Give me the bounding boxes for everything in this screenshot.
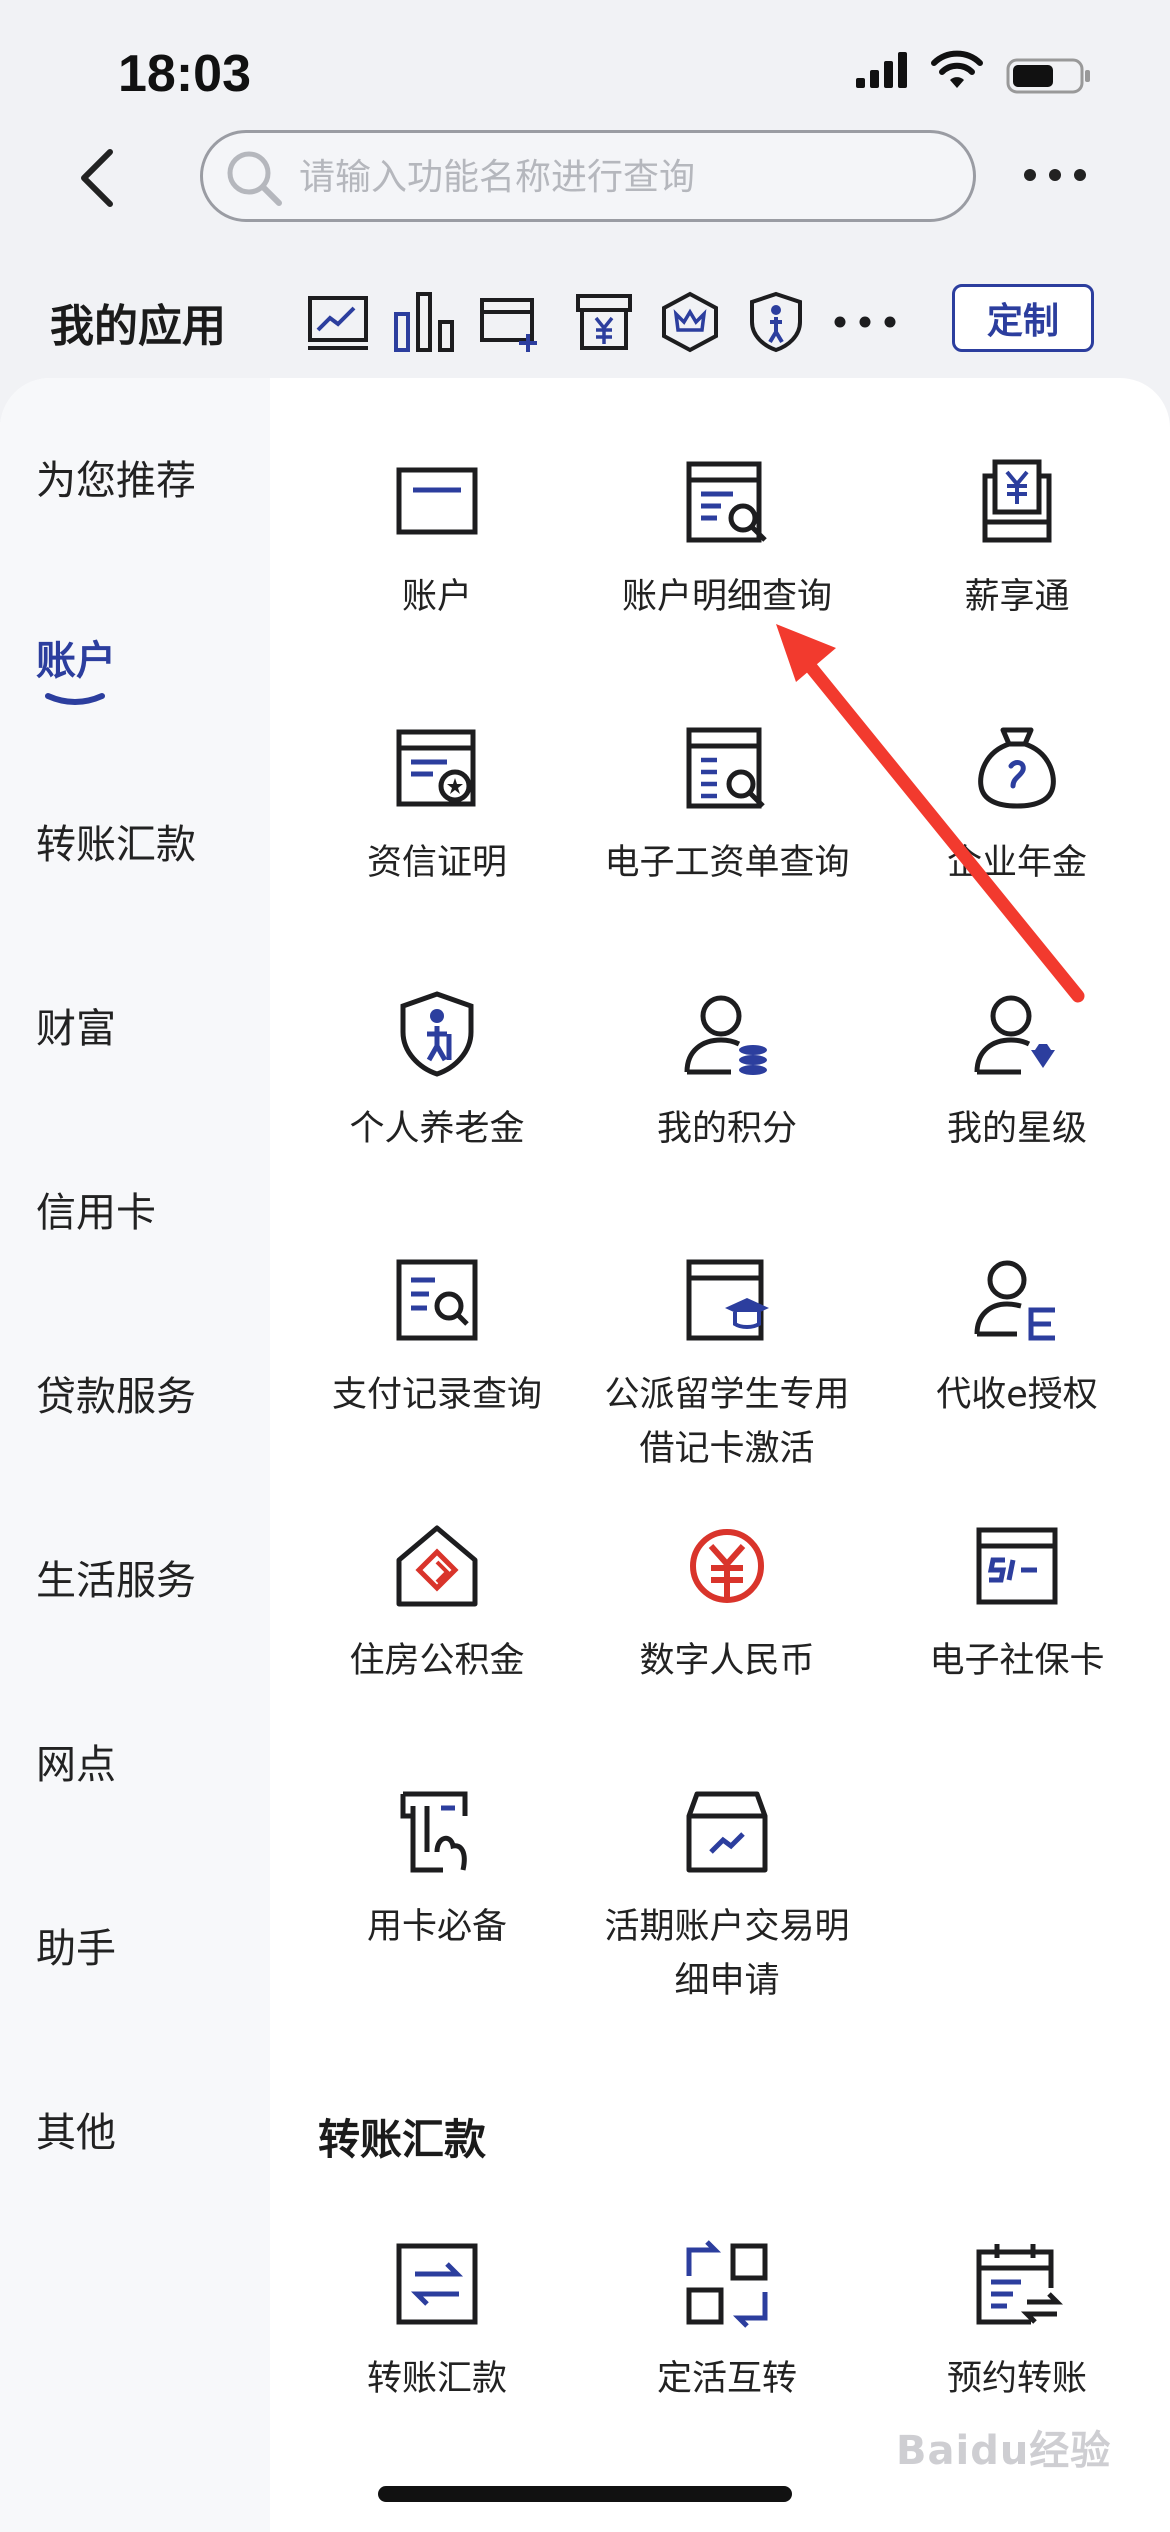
trend-chart-icon[interactable] (306, 290, 370, 354)
app-item-transfer[interactable]: 转账汇款 (292, 2238, 582, 2406)
transfer-icon (396, 2243, 478, 2325)
section-title-transfer: 转账汇款 (318, 2115, 487, 2164)
yuan-box-icon[interactable] (572, 290, 636, 354)
app-item-social-security-card[interactable]: 电子社保卡 (872, 1520, 1162, 1688)
app-label: 用卡必备 (366, 1907, 507, 1947)
payment-record-icon (396, 1259, 478, 1341)
certificate-icon (396, 729, 476, 807)
account-detail-request-icon (686, 1791, 768, 1873)
app-label: 资信证明 (366, 843, 507, 883)
app-item-payment-records[interactable]: 支付记录查询 (292, 1254, 582, 1422)
card-essentials-icon (400, 1791, 468, 1873)
app-label: 转账汇款 (366, 2359, 507, 2399)
app-label: 支付记录查询 (331, 1375, 542, 1415)
cellular-signal-icon (856, 52, 907, 88)
sidebar-item-account[interactable]: 账户 (36, 628, 116, 686)
app-label: 电子社保卡 (929, 1641, 1105, 1681)
housing-fund-icon (396, 1525, 478, 1607)
app-label: 电子工资单查询 (604, 843, 850, 883)
sidebar-item-recommended[interactable]: 为您推荐 (36, 448, 196, 506)
sidebar-item-branches[interactable]: 网点 (36, 1732, 116, 1790)
wifi-icon (931, 50, 983, 88)
scheduled-transfer-icon (976, 2244, 1063, 2325)
user-points-icon (684, 995, 767, 1075)
search-bar[interactable] (200, 130, 976, 222)
app-label: 数字人民币 (639, 1641, 815, 1681)
app-item-account[interactable]: 账户 (292, 456, 582, 624)
statement-search-icon (686, 461, 767, 543)
digital-rmb-icon (690, 1529, 764, 1603)
status-time: 18:03 (118, 45, 251, 103)
app-label: 我的星级 (946, 1109, 1087, 1149)
user-star-level-icon (974, 995, 1055, 1075)
crown-badge-icon[interactable] (658, 290, 722, 354)
app-item-my-star-level[interactable]: 我的星级 (872, 988, 1162, 1156)
sidebar-item-other[interactable]: 其他 (36, 2100, 116, 2158)
content-card: 为您推荐 账户 转账汇款 财富 信用卡 贷款服务 生活服务 网点 助手 其他 账… (0, 378, 1170, 2532)
add-card-icon[interactable] (478, 290, 542, 354)
app-label: 企业年金 (946, 843, 1087, 883)
social-security-card-icon (976, 1527, 1058, 1605)
app-item-e-authorization[interactable]: 代收e授权 (872, 1254, 1162, 1422)
sidebar-item-credit-card[interactable]: 信用卡 (36, 1180, 156, 1238)
active-indicator (45, 693, 105, 705)
app-item-account-statement[interactable]: 账户明细查询 (582, 456, 872, 624)
sidebar-item-wealth[interactable]: 财富 (36, 996, 116, 1054)
fixed-current-switch-icon (686, 2240, 768, 2328)
app-item-credit-certificate[interactable]: 资信证明 (292, 722, 582, 890)
back-icon[interactable] (70, 146, 124, 210)
status-bar: 18:03 (0, 0, 1170, 130)
sidebar-item-assistant[interactable]: 助手 (36, 1916, 116, 1974)
app-label: 活期账户交易明细申请 (604, 1907, 850, 2001)
app-item-my-points[interactable]: 我的积分 (582, 988, 872, 1156)
more-options-icon[interactable] (1020, 160, 1090, 190)
sidebar-item-loan-services[interactable]: 贷款服务 (36, 1364, 196, 1422)
search-input[interactable] (299, 153, 939, 201)
student-card-icon (686, 1259, 769, 1341)
app-item-digital-rmb[interactable]: 数字人民币 (582, 1520, 872, 1688)
app-item-salary[interactable]: 薪享通 (872, 456, 1162, 624)
sidebar-item-life-services[interactable]: 生活服务 (36, 1548, 196, 1606)
bar-chart-icon[interactable] (392, 290, 456, 354)
app-item-fixed-current-switch[interactable]: 定活互转 (582, 2238, 872, 2406)
app-item-card-essentials[interactable]: 用卡必备 (292, 1786, 582, 1954)
app-label: 公派留学生专用借记卡激活 (604, 1375, 850, 1469)
payslip-search-icon (686, 727, 765, 809)
app-item-scheduled-transfer[interactable]: 预约转账 (872, 2238, 1162, 2406)
user-e-auth-icon (974, 1260, 1055, 1341)
app-label: 代收e授权 (936, 1375, 1098, 1415)
search-icon (227, 151, 282, 206)
app-label: 定活互转 (656, 2359, 797, 2399)
app-label: 我的积分 (656, 1109, 797, 1149)
app-item-account-detail-request[interactable]: 活期账户交易明细申请 (582, 1786, 872, 2008)
app-label: 账户 (401, 577, 472, 617)
home-indicator (378, 2486, 792, 2502)
category-sidebar: 为您推荐 账户 转账汇款 财富 信用卡 贷款服务 生活服务 网点 助手 其他 (0, 378, 270, 2532)
money-bag-icon (978, 727, 1056, 809)
app-item-student-card-activation[interactable]: 公派留学生专用借记卡激活 (582, 1254, 872, 1476)
battery-icon (1006, 58, 1090, 94)
salary-icon (982, 459, 1052, 543)
app-item-enterprise-annuity[interactable]: 企业年金 (872, 722, 1162, 890)
app-item-housing-fund[interactable]: 住房公积金 (292, 1520, 582, 1688)
pension-shield-icon (400, 991, 474, 1077)
app-label: 住房公积金 (349, 1641, 525, 1681)
app-label: 预约转账 (946, 2359, 1087, 2399)
customize-button[interactable]: 定制 (952, 284, 1094, 352)
more-apps-icon[interactable] (830, 312, 900, 332)
card-icon (396, 467, 478, 535)
baidu-watermark: Baidu经验 (896, 2428, 1112, 2474)
app-label: 薪享通 (964, 577, 1070, 617)
sidebar-item-transfer[interactable]: 转账汇款 (36, 812, 196, 870)
app-label: 账户明细查询 (621, 577, 832, 617)
my-apps-title: 我的应用 (50, 301, 226, 352)
elder-shield-icon[interactable] (744, 290, 808, 354)
app-item-payslip[interactable]: 电子工资单查询 (582, 722, 872, 890)
app-label: 个人养老金 (349, 1109, 525, 1149)
app-item-personal-pension[interactable]: 个人养老金 (292, 988, 582, 1156)
